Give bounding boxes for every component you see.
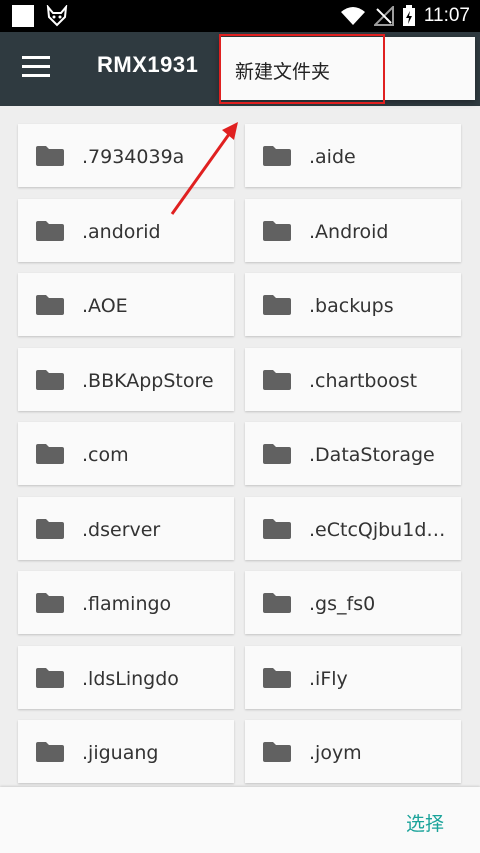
app-title: RMX1931 (97, 52, 199, 77)
hamburger-menu-icon[interactable] (22, 56, 50, 82)
folder-item[interactable]: .AOE (18, 273, 234, 336)
folder-name: .jiguang (82, 742, 159, 764)
folder-icon (263, 667, 291, 688)
folder-item[interactable]: .Android (245, 198, 461, 262)
folder-icon (263, 518, 291, 539)
folder-icon (263, 742, 291, 762)
folder-icon (263, 220, 291, 241)
folder-name: .DataStorage (309, 444, 435, 466)
folder-item[interactable]: .com (18, 422, 234, 485)
folder-icon (36, 444, 64, 464)
folder-item[interactable]: .aide (245, 124, 461, 187)
no-signal-icon (373, 6, 394, 26)
folder-icon (263, 593, 291, 613)
folder-name: .AOE (82, 295, 128, 317)
folder-item[interactable]: .backups (245, 273, 461, 336)
folder-name: .eCtcQjbu1d… (309, 518, 446, 541)
folder-item[interactable]: .chartboost (245, 347, 461, 411)
folder-name: .aide (309, 146, 356, 168)
menu-item-label: 新建文件夹 (235, 61, 331, 83)
folder-name: .joym (309, 742, 362, 764)
folder-name: .andorid (82, 220, 161, 243)
fox-app-icon (46, 5, 68, 27)
folder-icon (263, 146, 291, 166)
folder-item[interactable]: .flamingo (18, 571, 234, 634)
folder-item[interactable]: .iFly (245, 645, 461, 709)
folder-item[interactable]: .joym (245, 720, 461, 783)
folder-icon (36, 667, 64, 688)
folder-name: .chartboost (309, 369, 418, 392)
annotation-arrow-icon (170, 122, 238, 215)
folder-name: .com (82, 444, 129, 466)
select-button[interactable]: 选择 (406, 809, 444, 836)
popup-menu: 新建文件夹 (219, 37, 475, 100)
square-notification-icon (12, 5, 34, 27)
folder-name: .backups (309, 295, 394, 317)
folder-item[interactable]: .gs_fs0 (245, 571, 461, 634)
bottom-bar: 选择 (0, 787, 480, 853)
folder-icon (263, 295, 291, 315)
folder-name: .BBKAppStore (82, 369, 214, 392)
wifi-icon (340, 7, 365, 25)
folder-icon (36, 146, 64, 166)
folder-icon (263, 444, 291, 464)
folder-name: .flamingo (82, 593, 172, 615)
folder-name: .Android (309, 220, 389, 243)
folder-name: .ldsLingdo (82, 667, 179, 690)
menu-item-new-folder[interactable]: 新建文件夹 (219, 37, 475, 100)
battery-charging-icon (402, 5, 415, 26)
status-bar: 11:07 (0, 0, 480, 32)
folder-item[interactable]: .BBKAppStore (18, 347, 234, 411)
folder-item[interactable]: .dserver (18, 496, 234, 560)
folder-icon (36, 593, 64, 613)
folder-icon (36, 742, 64, 762)
folder-item[interactable]: .DataStorage (245, 422, 461, 485)
folder-item[interactable]: .ldsLingdo (18, 645, 234, 709)
folder-icon (36, 518, 64, 539)
folder-icon (36, 369, 64, 390)
folder-name: .dserver (82, 518, 161, 541)
folder-icon (263, 369, 291, 390)
folder-icon (36, 220, 64, 241)
folder-name: .iFly (309, 667, 348, 690)
status-time: 11:07 (423, 5, 470, 26)
folder-item[interactable]: .jiguang (18, 720, 234, 783)
folder-name: .gs_fs0 (309, 593, 376, 615)
folder-icon (36, 295, 64, 315)
folder-item[interactable]: .eCtcQjbu1d… (245, 496, 461, 560)
